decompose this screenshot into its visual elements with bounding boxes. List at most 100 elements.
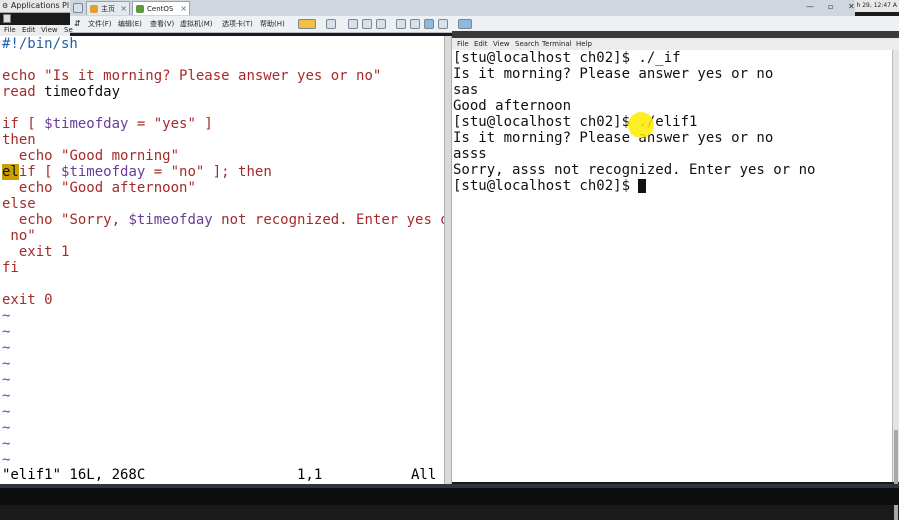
vim-menu-view[interactable]: View <box>41 25 58 36</box>
console-view-icon[interactable] <box>458 19 472 29</box>
close-icon[interactable]: × <box>120 2 127 16</box>
terminal-line: Is it morning? Please answer yes or no <box>453 66 774 82</box>
window-controls: — ▫ ✕ <box>800 2 860 12</box>
vim-line: ~ <box>2 436 10 452</box>
vm-menu-view[interactable]: 查看(V) <box>150 16 174 32</box>
window-splitter[interactable] <box>444 36 452 484</box>
vim-token: ~ <box>2 420 11 436</box>
clock: h 29, 12:47 A <box>855 0 899 12</box>
vim-app-icon <box>3 14 11 23</box>
vm-menu-edit[interactable]: 编辑(E) <box>118 16 142 32</box>
vm-menu-help[interactable]: 帮助(H) <box>260 16 285 32</box>
vim-token: ~ <box>2 436 11 452</box>
vim-token: if <box>2 116 19 132</box>
vim-token: ~ <box>2 340 11 356</box>
vim-token: echo <box>2 180 62 196</box>
snapshot-icon[interactable] <box>326 19 336 29</box>
vim-line: read timeofday <box>2 84 120 100</box>
tab-centos[interactable]: CentOS × <box>132 1 190 15</box>
terminal-scrollbar[interactable] <box>892 50 899 520</box>
vim-token: "Is it morning? Please answer yes or no" <box>44 68 382 84</box>
terminal-line: Sorry, asss not recognized. Enter yes or… <box>453 162 816 178</box>
scrollbar-thumb[interactable] <box>894 430 898 520</box>
vim-line: echo "Good morning" <box>2 148 179 164</box>
terminal-line: [stu@localhost ch02]$ ./elif1 <box>453 114 698 130</box>
close-icon[interactable]: × <box>180 2 187 16</box>
vim-token: timeofday <box>44 84 121 100</box>
vim-menu-search[interactable]: Se <box>64 25 73 36</box>
terminal-menu-edit[interactable]: Edit <box>474 38 488 50</box>
terminal-menu-help[interactable]: Help <box>576 38 592 50</box>
manage-icon[interactable] <box>376 19 386 29</box>
vim-token: if [ <box>18 164 62 180</box>
vm-menu-file[interactable]: 文件(F) <box>88 16 112 32</box>
vim-token: = <box>128 116 154 132</box>
vim-token: echo <box>2 68 45 84</box>
vim-menu-edit[interactable]: Edit <box>22 25 36 36</box>
vim-token: then <box>2 132 36 148</box>
vim-token: [ <box>18 116 45 132</box>
places-menu[interactable]: Pl <box>62 1 69 10</box>
vim-token: else <box>2 196 36 212</box>
vim-token: ~ <box>2 356 11 372</box>
vim-line: ~ <box>2 324 10 340</box>
terminal-menu-file[interactable]: File <box>457 38 469 50</box>
vm-tab-bar: 主页 × CentOS × <box>70 0 855 17</box>
vim-line: echo "Good afternoon" <box>2 180 196 196</box>
terminal-line: [stu@localhost ch02]$ ./_if <box>453 50 681 66</box>
terminal-line: [stu@localhost ch02]$ <box>453 178 639 194</box>
vim-token: = <box>145 164 171 180</box>
mouse-highlight <box>628 112 654 138</box>
vim-line: ~ <box>2 356 10 372</box>
vim-line: if [ $timeofday = "yes" ] <box>2 116 213 132</box>
terminal-menu-terminal[interactable]: Terminal <box>542 38 572 50</box>
vim-token: "no" <box>170 164 205 180</box>
vim-line: echo "Sorry, $timeofday not recognized. … <box>2 212 457 228</box>
fullscreen-icon[interactable] <box>424 19 434 29</box>
vm-menu-toggle-icon[interactable]: ⇵ <box>74 16 81 32</box>
vim-line: elif [ $timeofday = "no" ]; then <box>2 164 272 180</box>
tab-home[interactable]: 主页 × <box>86 1 130 15</box>
vim-line: #!/bin/sh <box>2 36 78 52</box>
snapshot-manager-icon[interactable] <box>362 19 372 29</box>
terminal-menu-search[interactable]: Search <box>515 38 539 50</box>
vim-cursor: el <box>2 164 19 180</box>
vim-token: 1 <box>61 244 70 260</box>
vm-home-icon[interactable] <box>73 3 83 13</box>
vim-scroll-position: All <box>411 467 437 483</box>
power-button[interactable] <box>298 19 316 29</box>
vim-line: echo "Is it morning? Please answer yes o… <box>2 68 381 84</box>
terminal-line: Good afternoon <box>453 98 572 114</box>
terminal-menu-view[interactable]: View <box>493 38 510 50</box>
vm-menu-vm[interactable]: 虚拟机(M) <box>180 16 213 32</box>
vim-token: ~ <box>2 308 11 324</box>
minimize-icon[interactable]: — <box>806 2 814 11</box>
vim-token: ]; then <box>204 164 272 180</box>
vim-token: "Sorry, <box>61 212 129 228</box>
terminal-output[interactable]: [stu@localhost ch02]$ ./_if Is it morning… <box>452 50 892 482</box>
sidebar-icon[interactable] <box>396 19 406 29</box>
vm-menu-tabs[interactable]: 选项卡(T) <box>222 16 253 32</box>
vim-token: not recognized. Enter yes or <box>212 212 458 228</box>
revert-icon[interactable] <box>348 19 358 29</box>
vim-menu-bar: File Edit View Se <box>0 25 73 36</box>
unity-icon[interactable] <box>438 19 448 29</box>
maximize-icon[interactable]: ▫ <box>828 2 833 11</box>
thumbnail-icon[interactable] <box>410 19 420 29</box>
vim-token: echo <box>2 212 62 228</box>
vim-token: $timeofday <box>44 116 129 132</box>
terminal-title-bar[interactable] <box>452 31 899 38</box>
vim-cursor-position: 1,1 <box>297 467 323 483</box>
vim-line: ~ <box>2 372 10 388</box>
vim-token: ~ <box>2 388 11 404</box>
vim-status-line: "elif1" 16L, 268C 1,1 All <box>0 466 444 484</box>
vim-menu-file[interactable]: File <box>4 25 16 36</box>
vim-token: #!/bin/sh <box>2 36 78 52</box>
close-window-icon[interactable]: ✕ <box>848 2 855 11</box>
applications-menu[interactable]: ⚙ Applications <box>2 1 60 10</box>
vim-line: else <box>2 196 36 212</box>
terminal-cursor <box>638 179 647 193</box>
vim-token: "yes" <box>153 116 196 132</box>
vim-editor[interactable]: #!/bin/sh echo "Is it morning? Please ans… <box>0 36 457 484</box>
vim-token: ~ <box>2 324 11 340</box>
